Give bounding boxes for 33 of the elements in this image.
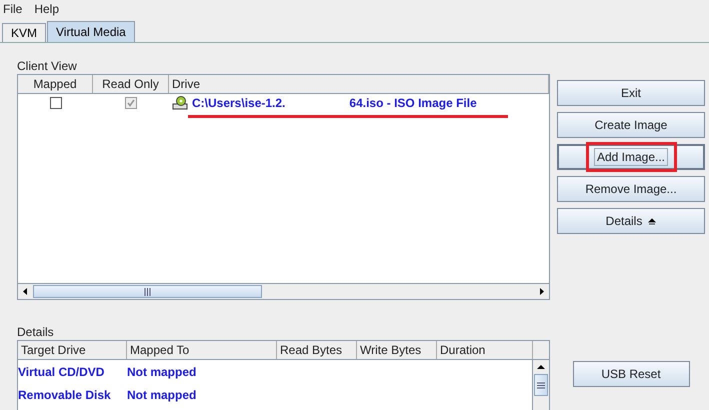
action-button[interactable]: Details bbox=[557, 208, 705, 234]
table-cell: Removable Disk bbox=[18, 388, 111, 402]
scroll-thumb[interactable] bbox=[33, 285, 262, 298]
checkbox[interactable] bbox=[50, 97, 62, 109]
column-header[interactable]: Read Only bbox=[93, 75, 169, 93]
column-header[interactable]: Drive bbox=[169, 75, 549, 93]
section-title: Details bbox=[17, 325, 55, 337]
column-header[interactable]: Mapped bbox=[18, 75, 93, 93]
action-button[interactable]: Create Image bbox=[557, 112, 705, 138]
table-cell: Virtual CD/DVD bbox=[18, 364, 104, 378]
column-header[interactable]: Read Bytes bbox=[277, 341, 357, 359]
disc-drive-icon bbox=[172, 96, 188, 110]
tab[interactable]: Virtual Media bbox=[47, 21, 135, 42]
drive-path: C:\Users\ise-1.2. bbox=[192, 96, 286, 110]
action-button[interactable]: Exit bbox=[557, 80, 705, 106]
table-cell: Not mapped bbox=[127, 364, 196, 378]
drive-path: 64.iso - ISO Image File bbox=[349, 96, 477, 110]
section-title: Client View bbox=[17, 59, 78, 71]
column-header[interactable]: Duration bbox=[437, 341, 533, 359]
horizontal-scrollbar[interactable] bbox=[18, 283, 549, 299]
scroll-thumb[interactable] bbox=[534, 374, 548, 396]
menu-item[interactable]: Help bbox=[34, 2, 60, 16]
menu-item[interactable]: File bbox=[3, 2, 22, 16]
table-cell: Not mapped bbox=[127, 388, 196, 402]
action-button[interactable]: Add Image... bbox=[557, 144, 705, 170]
usb-reset-button[interactable]: USB Reset bbox=[572, 361, 690, 387]
column-header[interactable]: Write Bytes bbox=[357, 341, 437, 359]
column-header[interactable]: Target Drive bbox=[18, 341, 127, 359]
collapse-arrow-icon bbox=[648, 217, 656, 225]
action-button[interactable]: Remove Image... bbox=[557, 176, 705, 202]
column-header[interactable]: Mapped To bbox=[127, 341, 277, 359]
tab[interactable]: KVM bbox=[2, 23, 46, 42]
vertical-scrollbar[interactable] bbox=[532, 360, 549, 410]
